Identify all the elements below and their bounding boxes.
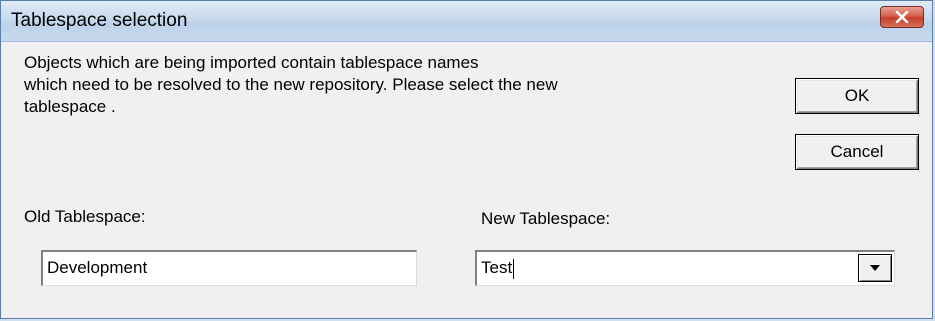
window-title: Tablespace selection [11,10,188,31]
cancel-button[interactable]: Cancel [795,134,919,170]
close-icon [895,11,909,23]
ok-button[interactable]: OK [795,78,919,114]
dropdown-button[interactable] [858,254,892,282]
old-tablespace-value: Development [47,258,148,277]
new-tablespace-text: Test [481,258,513,277]
new-tablespace-combobox[interactable]: Test [475,250,895,286]
instruction-message: Objects which are being imported contain… [24,53,558,116]
old-tablespace-label: Old Tablespace: [24,207,146,226]
chevron-down-icon [870,265,880,271]
new-tablespace-label: New Tablespace: [481,209,611,228]
new-tablespace-value: Test [481,252,515,284]
text-caret [513,258,515,279]
title-bar[interactable]: Tablespace selection [1,1,932,42]
old-tablespace-field[interactable]: Development [41,250,417,286]
dialog-body: Objects which are being imported contain… [1,42,932,318]
close-button[interactable] [880,6,924,28]
tablespace-selection-dialog: Tablespace selection Objects which are b… [0,0,933,319]
